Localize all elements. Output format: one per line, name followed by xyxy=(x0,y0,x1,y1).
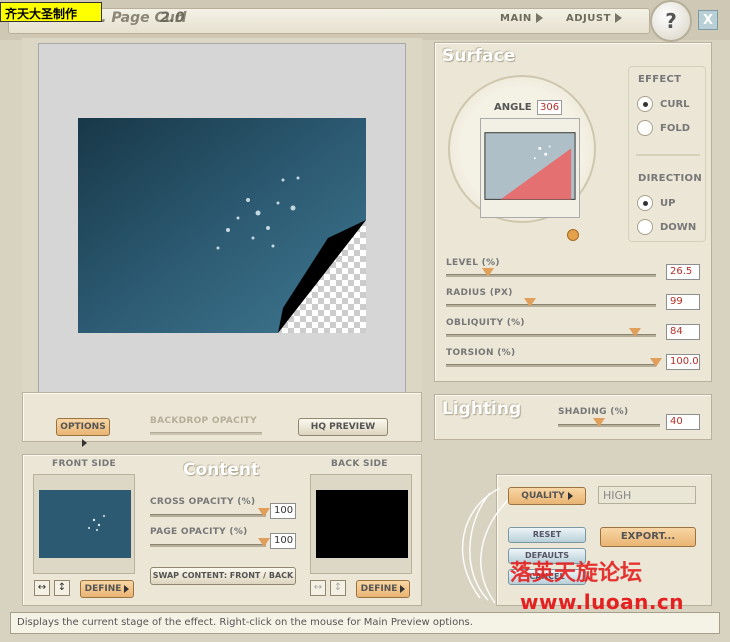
radius-slider[interactable] xyxy=(446,304,656,307)
play-icon xyxy=(535,13,543,23)
play-icon xyxy=(400,584,406,593)
front-side-thumbnail[interactable] xyxy=(39,490,131,558)
radio-curl-label: CURL xyxy=(660,99,690,110)
back-side-label: BACK SIDE xyxy=(331,459,388,469)
shading-input[interactable]: 40 xyxy=(666,414,700,430)
reset-button[interactable]: RESET xyxy=(508,527,586,543)
radius-input[interactable]: 99 xyxy=(666,294,700,310)
cross-opacity-thumb[interactable] xyxy=(258,508,270,517)
flip-vertical-button[interactable]: ↕ xyxy=(54,580,70,596)
radio-up[interactable] xyxy=(637,195,653,211)
cross-opacity-input[interactable]: 100 xyxy=(270,503,296,519)
flip-vertical-back-button[interactable]: ↕ xyxy=(330,580,346,596)
angle-preview xyxy=(480,118,580,218)
radio-fold[interactable] xyxy=(637,120,653,136)
quality-button-label: QUALITY xyxy=(521,491,565,501)
watermark-badge: 齐天大圣制作 xyxy=(0,2,102,22)
cross-opacity-slider[interactable] xyxy=(150,514,266,517)
obliquity-label: OBLIQUITY (%) xyxy=(446,318,525,328)
options-button-label: OPTIONS xyxy=(60,422,106,432)
play-icon xyxy=(82,438,87,447)
play-icon xyxy=(124,584,130,593)
quality-button[interactable]: QUALITY xyxy=(508,487,586,505)
back-side-thumbnail[interactable] xyxy=(316,490,408,558)
radius-label: RADIUS (PX) xyxy=(446,288,513,298)
radio-curl[interactable] xyxy=(637,96,653,112)
obliquity-slider-thumb[interactable] xyxy=(629,328,641,337)
watermark-cn: 落英天旋论坛 xyxy=(510,561,643,586)
status-bar: Displays the current stage of the effect… xyxy=(10,612,720,634)
define-back-label: DEFINE xyxy=(360,584,398,594)
angle-dial-handle[interactable] xyxy=(567,229,579,241)
torsion-slider[interactable] xyxy=(446,364,656,367)
level-slider[interactable] xyxy=(446,274,656,277)
watermark-url: www.luoan.cn xyxy=(520,590,685,614)
radius-slider-thumb[interactable] xyxy=(524,298,536,307)
play-icon xyxy=(567,491,573,500)
radio-fold-label: FOLD xyxy=(660,123,691,134)
export-button[interactable]: EXPORT... xyxy=(600,527,696,547)
angle-input[interactable]: 306 xyxy=(537,100,562,115)
menu-adjust-button[interactable]: ADJUST xyxy=(566,13,622,24)
level-label: LEVEL (%) xyxy=(446,258,500,268)
flip-horizontal-back-button[interactable]: ↔ xyxy=(310,580,326,596)
flip-horizontal-button[interactable]: ↔ xyxy=(34,580,50,596)
lighting-title: Lighting xyxy=(442,399,522,419)
define-back-button[interactable]: DEFINE xyxy=(356,580,410,598)
radio-up-label: UP xyxy=(660,198,676,209)
page-opacity-label: PAGE OPACITY (%) xyxy=(150,527,248,537)
hq-preview-button[interactable]: HQ PREVIEW xyxy=(298,418,388,436)
backdrop-opacity-label: BACKDROP OPACITY xyxy=(150,416,257,426)
torsion-label: TORSION (%) xyxy=(446,348,516,358)
level-input[interactable]: 26.5 xyxy=(666,264,700,280)
divider xyxy=(636,154,700,156)
page-opacity-slider[interactable] xyxy=(150,544,266,547)
define-front-button[interactable]: DEFINE xyxy=(80,580,134,598)
content-title: Content xyxy=(183,460,260,480)
level-slider-thumb[interactable] xyxy=(482,268,494,277)
app-version: 2.0 xyxy=(160,10,185,26)
shading-label: SHADING (%) xyxy=(558,407,629,417)
preview-image xyxy=(78,118,366,333)
close-button[interactable]: X xyxy=(698,10,718,30)
cross-opacity-label: CROSS OPACITY (%) xyxy=(150,497,256,507)
obliquity-input[interactable]: 84 xyxy=(666,324,700,340)
front-side-label: FRONT SIDE xyxy=(52,459,116,469)
shading-slider-thumb[interactable] xyxy=(592,418,605,427)
menu-adjust-label: ADJUST xyxy=(566,13,611,24)
torsion-input[interactable]: 100.0 xyxy=(666,354,700,370)
options-button[interactable]: OPTIONS xyxy=(56,418,110,447)
page-opacity-input[interactable]: 100 xyxy=(270,533,296,549)
surface-title: Surface xyxy=(442,46,516,66)
menu-main-label: MAIN xyxy=(500,13,532,24)
direction-label: DIRECTION xyxy=(638,173,703,184)
menu-main-button[interactable]: MAIN xyxy=(500,13,543,24)
swap-content-button[interactable]: SWAP CONTENT: FRONT / BACK xyxy=(150,567,296,585)
help-button[interactable]: ? xyxy=(650,0,692,42)
play-icon xyxy=(614,13,622,23)
radio-down-label: DOWN xyxy=(660,222,697,233)
shading-slider[interactable] xyxy=(558,424,660,427)
torsion-slider-thumb[interactable] xyxy=(650,358,662,367)
effect-label: EFFECT xyxy=(638,74,682,85)
define-front-label: DEFINE xyxy=(84,584,122,594)
radio-down[interactable] xyxy=(637,219,653,235)
page-opacity-thumb[interactable] xyxy=(258,538,270,547)
obliquity-slider[interactable] xyxy=(446,334,656,337)
angle-label: ANGLE xyxy=(494,102,532,113)
backdrop-opacity-slider[interactable] xyxy=(150,432,262,435)
quality-value: HIGH xyxy=(598,486,696,504)
